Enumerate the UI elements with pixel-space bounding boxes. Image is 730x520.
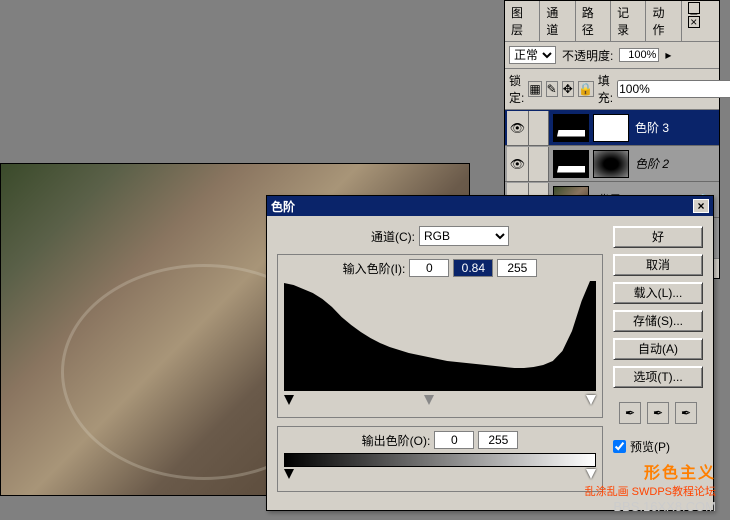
load-button[interactable]: 载入(L)... (613, 282, 703, 304)
preview-row: 预览(P) (613, 438, 703, 455)
blend-mode-select[interactable]: 正常 (509, 46, 556, 64)
watermark-line2: 乱涂乱画 SWDPS教程论坛 (585, 483, 716, 499)
mask-thumb[interactable] (593, 150, 629, 178)
adjustment-thumb[interactable] (553, 114, 589, 142)
fill-label: 填充: (598, 72, 613, 106)
input-levels-group: 输入色阶(I): (277, 254, 603, 418)
auto-button[interactable]: 自动(A) (613, 338, 703, 360)
tab-paths[interactable]: 路径 (576, 1, 611, 41)
black-point-slider[interactable] (284, 395, 294, 405)
watermark-line1: 形色主义 (585, 459, 716, 483)
panel-minimize-icon[interactable]: _ (688, 2, 700, 14)
layer-row-levels-2[interactable]: 👁 色阶 2 (505, 146, 719, 182)
close-icon[interactable]: × (693, 199, 709, 213)
fill-input[interactable] (617, 80, 730, 98)
cancel-button[interactable]: 取消 (613, 254, 703, 276)
output-levels-label: 输出色阶(O): (362, 432, 431, 449)
options-button[interactable]: 选项(T)... (613, 366, 703, 388)
output-white-field[interactable] (478, 431, 518, 449)
tab-channels[interactable]: 通道 (540, 1, 575, 41)
opacity-input[interactable] (619, 48, 659, 62)
panel-tabs: 图层 通道 路径 记录 动作 _ × (505, 1, 719, 42)
preview-checkbox[interactable] (613, 440, 626, 453)
lock-all-icon[interactable]: 🔒 (578, 81, 594, 97)
white-eyedropper-icon[interactable]: ✒ (675, 402, 697, 424)
lock-label: 锁定: (509, 72, 524, 106)
white-point-slider[interactable] (586, 395, 596, 405)
channel-label: 通道(C): (371, 228, 415, 245)
panel-window-controls: _ × (682, 1, 719, 41)
watermark: 形色主义 乱涂乱画 SWDPS教程论坛 BBS.16XX8.COM (585, 459, 716, 514)
layer-name[interactable]: 色阶 2 (635, 155, 669, 172)
input-black-field[interactable] (409, 259, 449, 277)
histogram (284, 281, 596, 391)
link-cell[interactable] (529, 147, 549, 181)
layer-row-levels-3[interactable]: 👁 色阶 3 (505, 110, 719, 146)
ok-button[interactable]: 好 (613, 226, 703, 248)
save-button[interactable]: 存储(S)... (613, 310, 703, 332)
output-slider-track[interactable] (284, 469, 596, 481)
output-levels-group: 输出色阶(O): (277, 426, 603, 492)
output-gradient (284, 453, 596, 467)
output-black-field[interactable] (434, 431, 474, 449)
link-cell[interactable] (529, 111, 549, 145)
channel-row: 通道(C): RGB (277, 226, 603, 246)
input-white-field[interactable] (497, 259, 537, 277)
tab-layers[interactable]: 图层 (505, 1, 540, 41)
lock-paint-icon[interactable]: ✎ (546, 81, 558, 97)
eye-icon: 👁 (510, 121, 525, 135)
input-gamma-field[interactable] (453, 259, 493, 277)
dialog-title: 色阶 (271, 198, 693, 215)
lock-transparent-icon[interactable]: ▦ (528, 81, 541, 97)
gamma-slider[interactable] (424, 395, 434, 405)
lock-row: 锁定: ▦ ✎ ✥ 🔒 填充: ▸ (505, 69, 719, 110)
adjustment-thumb[interactable] (553, 150, 589, 178)
eyedropper-group: ✒ ✒ ✒ (613, 402, 703, 424)
output-black-slider[interactable] (284, 469, 294, 479)
mask-thumb[interactable] (593, 114, 629, 142)
levels-main: 通道(C): RGB 输入色阶(I): (277, 226, 603, 500)
opacity-label: 不透明度: (562, 47, 613, 64)
lock-move-icon[interactable]: ✥ (562, 81, 574, 97)
panel-close-icon[interactable]: × (688, 16, 700, 28)
black-eyedropper-icon[interactable]: ✒ (619, 402, 641, 424)
levels-titlebar[interactable]: 色阶 × (267, 196, 713, 216)
tab-history[interactable]: 记录 (611, 1, 646, 41)
tab-actions[interactable]: 动作 (646, 1, 681, 41)
gray-eyedropper-icon[interactable]: ✒ (647, 402, 669, 424)
channel-select[interactable]: RGB (419, 226, 509, 246)
eye-icon: 👁 (510, 157, 525, 171)
watermark-line3: BBS.16XX8.COM (585, 499, 716, 514)
visibility-toggle[interactable]: 👁 (507, 111, 529, 145)
layer-options-row: 正常 不透明度: ▸ (505, 42, 719, 69)
input-levels-label: 输入色阶(I): (343, 260, 406, 277)
layer-name[interactable]: 色阶 3 (635, 119, 669, 136)
preview-label: 预览(P) (630, 438, 670, 455)
input-slider-track[interactable] (284, 395, 596, 407)
opacity-arrow-icon[interactable]: ▸ (665, 48, 671, 62)
visibility-toggle[interactable]: 👁 (507, 147, 529, 181)
